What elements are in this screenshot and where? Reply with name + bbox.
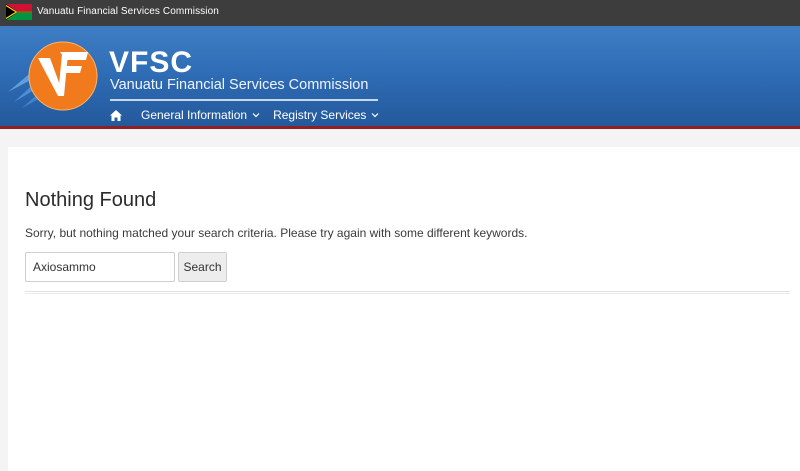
brand-full-name: Vanuatu Financial Services Commission xyxy=(110,77,369,93)
nav-general-information-label: General Information xyxy=(141,108,248,122)
site-header: VFSC Vanuatu Financial Services Commissi… xyxy=(0,26,800,126)
nav-registry-services[interactable]: Registry Services xyxy=(273,108,379,122)
brand-underline xyxy=(110,99,378,101)
main-nav: General Information Registry Services xyxy=(110,106,379,124)
search-input[interactable] xyxy=(25,252,175,282)
chevron-down-icon xyxy=(371,113,379,118)
vanuatu-flag-icon xyxy=(6,4,32,20)
search-button[interactable]: Search xyxy=(178,252,227,282)
home-icon[interactable] xyxy=(110,108,128,122)
nav-registry-services-label: Registry Services xyxy=(273,108,367,122)
header-accent-line xyxy=(0,126,800,129)
site-title-small: Vanuatu Financial Services Commission xyxy=(37,6,219,17)
content-divider xyxy=(25,291,790,294)
nav-general-information[interactable]: General Information xyxy=(141,108,260,122)
chevron-down-icon xyxy=(252,113,260,118)
vfsc-logo-icon[interactable] xyxy=(8,40,100,112)
no-results-message: Sorry, but nothing matched your search c… xyxy=(25,226,528,240)
top-bar: Vanuatu Financial Services Commission xyxy=(0,0,800,26)
page-title: Nothing Found xyxy=(25,189,157,211)
main-content: Nothing Found Sorry, but nothing matched… xyxy=(8,147,800,471)
brand-acronym: VFSC xyxy=(109,46,194,79)
